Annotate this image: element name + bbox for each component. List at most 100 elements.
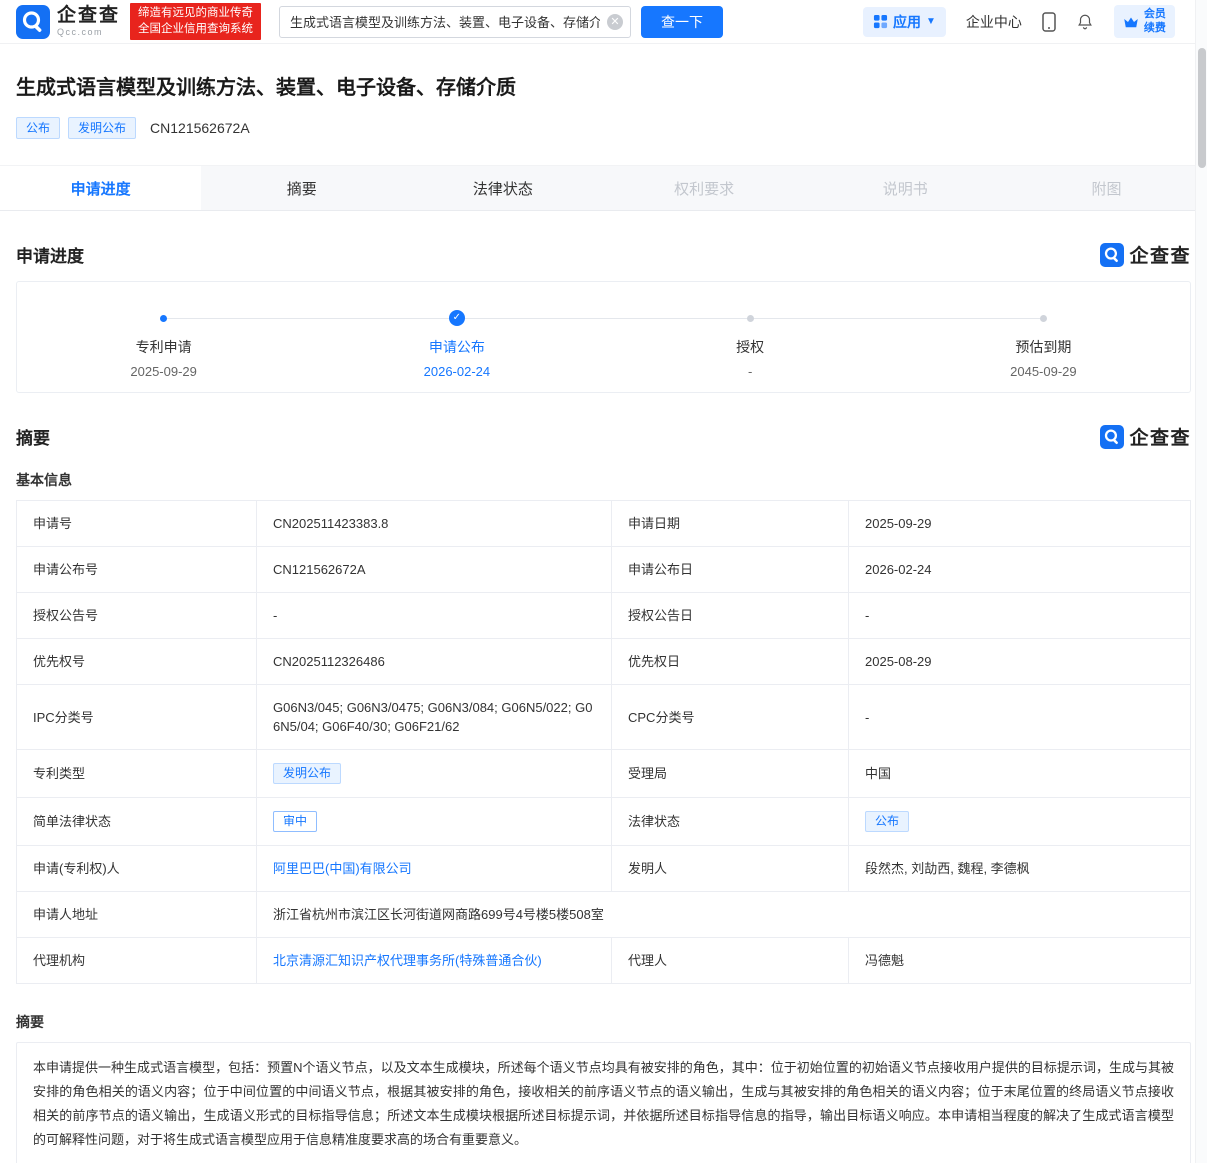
table-row-grant-no: 授权公告号 - 授权公告日 - <box>17 593 1191 639</box>
abstract-text: 本申请提供一种生成式语言模型，包括：预置N个语义节点，以及文本生成模块，所述每个… <box>16 1042 1191 1163</box>
vertical-scrollbar[interactable] <box>1195 0 1207 1163</box>
tab-description: 说明书 <box>805 166 1006 210</box>
step-date: 2025-09-29 <box>130 364 197 379</box>
cell-label: 优先权号 <box>17 639 257 685</box>
timeline-dot-pending <box>747 315 754 322</box>
apps-label: 应用 <box>893 12 921 32</box>
cell-label: IPC分类号 <box>17 685 257 750</box>
qcc-logo-icon <box>16 5 50 39</box>
tab-bar: 申请进度 摘要 法律状态 权利要求 说明书 附图 <box>0 165 1207 211</box>
table-row-agency: 代理机构 北京清源汇知识产权代理事务所(特殊普通合伙) 代理人 冯德魁 <box>17 938 1191 984</box>
slogan-banner: 缔造有远见的商业传奇 全国企业信用查询系统 <box>130 3 261 40</box>
legal-status-badge: 公布 <box>865 811 909 832</box>
qcc-logo[interactable]: 企查查 Qcc.com <box>16 5 120 39</box>
abstract-subtitle: 摘要 <box>16 1012 1191 1032</box>
cell-label: 发明人 <box>612 846 849 892</box>
cell-label: 申请公布日 <box>612 547 849 593</box>
status-badge-invention: 发明公布 <box>68 117 136 139</box>
progress-section-header: 申请进度 企查查 <box>16 241 1191 268</box>
cell-value: 浙江省杭州市滨江区长河街道网商路699号4号楼5楼508室 <box>257 892 1191 938</box>
notifications-bell-icon[interactable] <box>1076 13 1094 31</box>
timeline-dot-done <box>160 315 167 322</box>
table-row-publication-no: 申请公布号 CN121562672A 申请公布日 2026-02-24 <box>17 547 1191 593</box>
cell-value: G06N3/045; G06N3/0475; G06N3/084; G06N5/… <box>257 685 612 750</box>
table-row-application-no: 申请号 CN202511423383.8 申请日期 2025-09-29 <box>17 501 1191 547</box>
cell-label: 申请公布号 <box>17 547 257 593</box>
top-header: 企查查 Qcc.com 缔造有远见的商业传奇 全国企业信用查询系统 ✕ 查一下 … <box>0 0 1207 44</box>
tab-abstract[interactable]: 摘要 <box>201 166 402 210</box>
cell-value: 审中 <box>257 798 612 846</box>
cell-label: 申请号 <box>17 501 257 547</box>
cell-value: 公布 <box>849 798 1191 846</box>
timeline-step-grant: 授权 - <box>604 310 897 392</box>
logo-title: 企查查 <box>57 6 120 25</box>
cell-label: 专利类型 <box>17 750 257 798</box>
mobile-app-icon[interactable] <box>1042 12 1056 32</box>
step-label: 专利申请 <box>136 337 192 357</box>
patent-type-badge: 发明公布 <box>273 763 341 784</box>
agency-link[interactable]: 北京清源汇知识产权代理事务所(特殊普通合伙) <box>273 953 542 968</box>
section-title-abstract: 摘要 <box>16 424 50 449</box>
table-row-applicant: 申请(专利权)人 阿里巴巴(中国)有限公司 发明人 段然杰, 刘劼西, 魏程, … <box>17 846 1191 892</box>
cell-label: 申请日期 <box>612 501 849 547</box>
cell-label: 申请人地址 <box>17 892 257 938</box>
cell-label: 优先权日 <box>612 639 849 685</box>
header-right-nav: 应用 ▼ 企业中心 会员续费 <box>863 5 1191 39</box>
vip-renew-button[interactable]: 会员续费 <box>1114 5 1175 39</box>
abstract-section: 摘要 企查查 基本信息 申请号 CN202511423383.8 申请日期 20… <box>0 423 1207 1163</box>
cell-value: 2025-09-29 <box>849 501 1191 547</box>
cell-label: 简单法律状态 <box>17 798 257 846</box>
cell-value: 北京清源汇知识产权代理事务所(特殊普通合伙) <box>257 938 612 984</box>
cell-label: 受理局 <box>612 750 849 798</box>
step-date: 2026-02-24 <box>424 364 491 379</box>
clear-search-icon[interactable]: ✕ <box>607 14 623 30</box>
table-row-address: 申请人地址 浙江省杭州市滨江区长河街道网商路699号4号楼5楼508室 <box>17 892 1191 938</box>
abstract-section-header: 摘要 企查查 <box>16 423 1191 450</box>
qcc-watermark-text: 企查查 <box>1129 423 1191 450</box>
search-input[interactable] <box>279 6 631 38</box>
timeline-dot-check-icon: ✓ <box>449 310 465 326</box>
table-row-ipc: IPC分类号 G06N3/045; G06N3/0475; G06N3/084;… <box>17 685 1191 750</box>
tab-legal-status[interactable]: 法律状态 <box>402 166 603 210</box>
scrollbar-thumb[interactable] <box>1198 48 1206 168</box>
table-row-priority-no: 优先权号 CN2025112326486 优先权日 2025-08-29 <box>17 639 1191 685</box>
step-date: 2045-09-29 <box>1010 364 1077 379</box>
cell-label: 授权公告号 <box>17 593 257 639</box>
patent-title-section: 生成式语言模型及训练方法、装置、电子设备、存储介质 公布 发明公布 CN1215… <box>0 44 1207 139</box>
step-label: 授权 <box>736 337 764 357</box>
cell-value: CN202511423383.8 <box>257 501 612 547</box>
step-date: - <box>748 364 752 379</box>
enterprise-center-link[interactable]: 企业中心 <box>966 12 1022 32</box>
cell-value: CN2025112326486 <box>257 639 612 685</box>
search-box: ✕ <box>279 6 631 38</box>
cell-label: 代理人 <box>612 938 849 984</box>
table-row-patent-type: 专利类型 发明公布 受理局 中国 <box>17 750 1191 798</box>
cell-label: 代理机构 <box>17 938 257 984</box>
cell-value: 发明公布 <box>257 750 612 798</box>
timeline-dot-pending <box>1040 315 1047 322</box>
cell-label: 法律状态 <box>612 798 849 846</box>
tab-application-progress[interactable]: 申请进度 <box>0 166 201 210</box>
cell-value: - <box>257 593 612 639</box>
cell-value: 段然杰, 刘劼西, 魏程, 李德枫 <box>849 846 1191 892</box>
vip-crown-icon <box>1122 13 1140 31</box>
basic-info-title: 基本信息 <box>16 470 1191 490</box>
basic-info-table: 申请号 CN202511423383.8 申请日期 2025-09-29 申请公… <box>16 500 1191 984</box>
cell-label: 申请(专利权)人 <box>17 846 257 892</box>
apps-menu[interactable]: 应用 ▼ <box>863 7 946 37</box>
application-timeline: 专利申请 2025-09-29 ✓ 申请公布 2026-02-24 授权 - 预… <box>16 281 1191 393</box>
timeline-step-publication: ✓ 申请公布 2026-02-24 <box>310 310 603 392</box>
search-button[interactable]: 查一下 <box>641 6 723 38</box>
slogan-line-1: 缔造有远见的商业传奇 <box>138 6 253 22</box>
cell-value: 冯德魁 <box>849 938 1191 984</box>
applicant-link[interactable]: 阿里巴巴(中国)有限公司 <box>273 861 412 876</box>
qcc-watermark-icon <box>1100 425 1124 449</box>
step-label: 预估到期 <box>1015 337 1071 357</box>
simple-legal-status-badge: 审中 <box>273 811 317 832</box>
badge-row: 公布 发明公布 CN121562672A <box>16 117 1191 139</box>
table-row-legal-status: 简单法律状态 审中 法律状态 公布 <box>17 798 1191 846</box>
timeline-step-filing: 专利申请 2025-09-29 <box>17 310 310 392</box>
publication-number: CN121562672A <box>150 120 250 136</box>
chevron-down-icon: ▼ <box>926 16 936 27</box>
vip-renew-label: 会员续费 <box>1144 8 1167 36</box>
